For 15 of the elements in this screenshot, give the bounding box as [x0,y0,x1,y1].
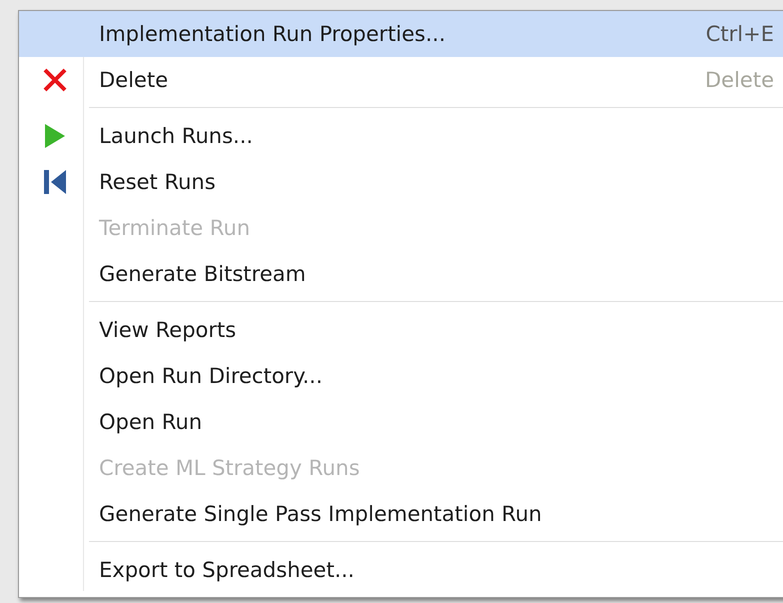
menu-item[interactable]: Implementation Run Properties... Ctrl+E [19,11,783,57]
menu-item[interactable]: Export to Spreadsheet... [19,547,783,593]
close-icon [42,67,68,93]
menu-item[interactable]: Open Run Directory... [19,353,783,399]
menu-item[interactable]: Reset Runs [19,159,783,205]
play-icon [44,123,66,149]
menu-item[interactable]: Generate Bitstream [19,251,783,297]
menu-item[interactable]: View Reports [19,307,783,353]
skip-back-icon [43,169,67,195]
menu-item[interactable]: Open Run [19,399,783,445]
menu-item[interactable]: Launch Runs... [19,113,783,159]
menu-item[interactable]: Generate Single Pass Implementation Run [19,491,783,537]
shortcut-label: Ctrl+E [706,22,774,46]
shortcut-label: Delete [705,68,774,92]
menu-item[interactable]: Delete Delete [19,57,783,103]
